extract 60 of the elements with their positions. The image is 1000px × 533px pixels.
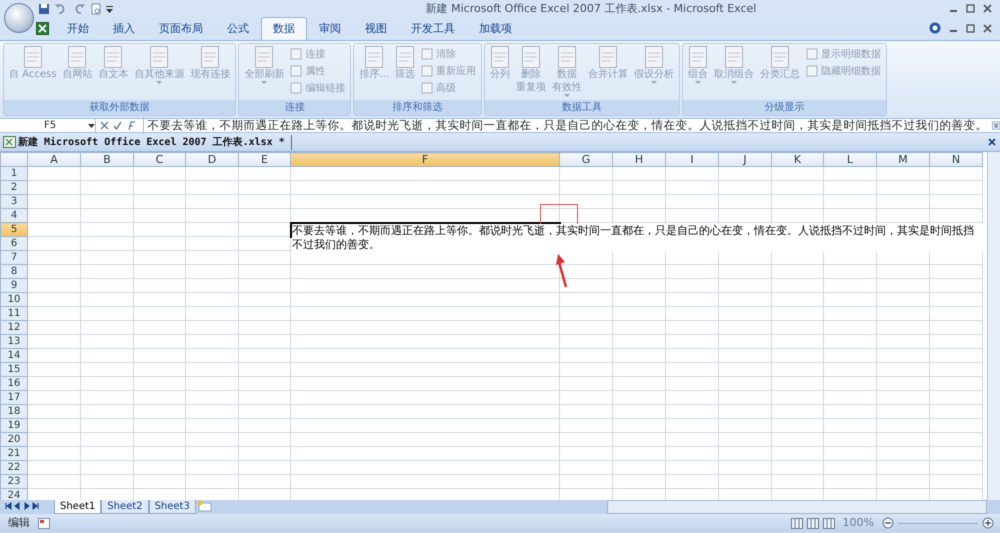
ribbon-tab[interactable]: 审阅 — [307, 16, 353, 40]
column-header[interactable]: D — [186, 152, 238, 166]
ribbon-tab[interactable]: 插入 — [101, 16, 147, 40]
column-header[interactable]: N — [930, 152, 982, 166]
ribbon-tab[interactable]: 开始 — [55, 16, 101, 40]
cell-text: 不要去等谁，不期而遇正在路上等你。都说时光飞逝，其实时间一直都在，只是自己的心在变，情在变。人说抵挡不过时间，其实是时间抵挡不过我们的善变。 — [292, 224, 984, 252]
row-header[interactable]: 1 — [0, 166, 28, 180]
column-header[interactable]: I — [666, 152, 718, 166]
row-header[interactable]: 13 — [0, 334, 28, 348]
group-label: 获取外部数据 — [4, 100, 236, 115]
ribbon-tab[interactable]: 页面布局 — [147, 16, 215, 40]
row-header[interactable]: 24 — [0, 488, 28, 500]
sheet-tab[interactable]: Sheet2 — [101, 500, 149, 514]
row-header[interactable]: 23 — [0, 474, 28, 488]
group-label: 分级显示 — [682, 100, 886, 115]
row-header[interactable]: 6 — [0, 236, 28, 250]
row-header[interactable]: 11 — [0, 306, 28, 320]
ribbon-tab[interactable]: 视图 — [353, 16, 399, 40]
row-header[interactable]: 12 — [0, 320, 28, 334]
ribbon-tab[interactable]: 开发工具 — [399, 16, 467, 40]
row-header[interactable]: 10 — [0, 292, 28, 306]
group-label: 数据工具 — [484, 100, 679, 115]
column-header[interactable]: K — [772, 152, 824, 166]
column-header[interactable]: A — [28, 152, 80, 166]
sheet-tab[interactable]: Sheet1 — [54, 500, 102, 514]
row-header[interactable]: 2 — [0, 180, 28, 194]
column-header[interactable]: H — [612, 152, 666, 166]
row-header[interactable]: 8 — [0, 264, 28, 278]
status-mode: 编辑 — [7, 514, 31, 531]
group-label: 排序和筛选 — [354, 100, 481, 115]
row-header[interactable]: 17 — [0, 390, 28, 404]
group-label: 连接 — [239, 100, 350, 115]
column-header[interactable]: E — [238, 152, 290, 166]
row-header[interactable]: 5 — [0, 222, 28, 236]
workbook-title: 新建 Microsoft Office Excel 2007 工作表.xlsx * — [18, 134, 292, 150]
column-header[interactable]: M — [876, 152, 930, 166]
ribbon-tab[interactable]: 公式 — [215, 16, 261, 40]
window-title: 新建 Microsoft Office Excel 2007 工作表.xlsx - Microsoft Excel — [424, 1, 758, 17]
row-header[interactable]: 4 — [0, 208, 28, 222]
row-header[interactable]: 16 — [0, 376, 28, 390]
column-header[interactable]: G — [560, 152, 612, 166]
column-header[interactable]: L — [824, 152, 876, 166]
row-header[interactable]: 19 — [0, 418, 28, 432]
row-header[interactable]: 20 — [0, 432, 28, 446]
row-header[interactable]: 18 — [0, 404, 28, 418]
row-header[interactable]: 7 — [0, 250, 28, 264]
sheet-tab[interactable]: Sheet3 — [148, 500, 196, 514]
row-header[interactable]: 14 — [0, 348, 28, 362]
row-header[interactable]: 21 — [0, 446, 28, 460]
column-header[interactable]: F — [290, 152, 560, 166]
row-header[interactable]: 15 — [0, 362, 28, 376]
column-header[interactable]: J — [718, 152, 772, 166]
column-header[interactable]: B — [80, 152, 134, 166]
row-header[interactable]: 3 — [0, 194, 28, 208]
column-header[interactable]: C — [134, 152, 186, 166]
row-header[interactable]: 22 — [0, 460, 28, 474]
zoom-level: 100% — [842, 514, 874, 531]
row-header[interactable]: 9 — [0, 278, 28, 292]
ribbon-tab[interactable]: 数据 — [261, 16, 307, 40]
ribbon-tab[interactable]: 加载项 — [467, 16, 524, 40]
